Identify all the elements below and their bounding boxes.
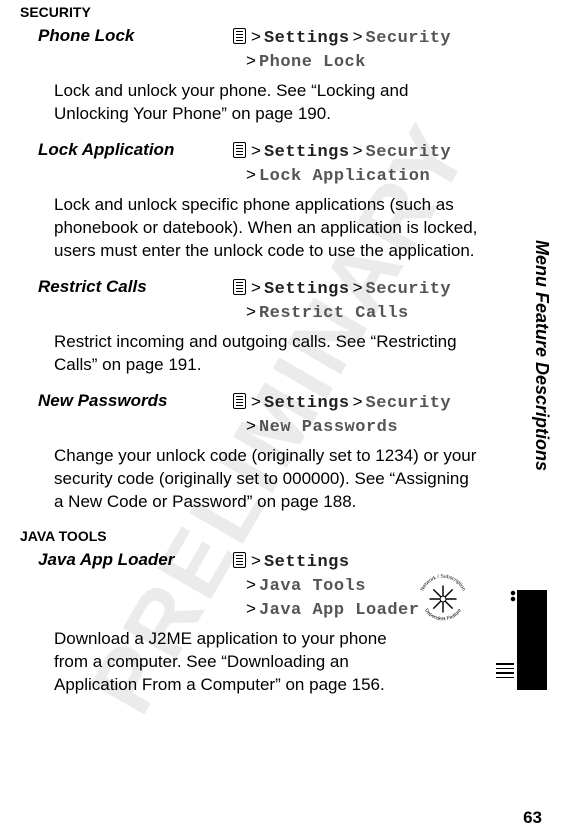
section-heading-java-tools: JAVA TOOLS: [20, 528, 492, 544]
item-path: >Settings>Security >Lock Application: [233, 140, 451, 188]
item-restrict-calls: Restrict Calls >Settings>Security >Restr…: [20, 277, 492, 377]
item-title: Java App Loader: [20, 550, 233, 570]
menu-key-icon: [233, 552, 246, 568]
item-lock-application: Lock Application >Settings>Security >Loc…: [20, 140, 492, 263]
page-number: 63: [523, 808, 542, 828]
side-chapter-title: Menu Feature Descriptions: [531, 240, 552, 471]
item-phone-lock: Phone Lock >Settings>Security >Phone Loc…: [20, 26, 492, 126]
menu-key-icon: [233, 142, 246, 158]
menu-key-icon: [233, 279, 246, 295]
item-path: >Settings>Security >Phone Lock: [233, 26, 451, 74]
section-heading-security: SECURITY: [20, 4, 492, 20]
item-description: Download a J2ME application to your phon…: [20, 628, 492, 697]
item-description: Restrict incoming and outgoing calls. Se…: [20, 331, 492, 377]
item-path: >Settings>Security >Restrict Calls: [233, 277, 451, 325]
menu-key-icon: [233, 393, 246, 409]
side-dots-icon: [496, 663, 514, 681]
item-description: Lock and unlock your phone. See “Locking…: [20, 80, 492, 126]
item-description: Change your unlock code (originally set …: [20, 445, 492, 514]
item-title: Lock Application: [20, 140, 233, 160]
item-path: >Settings >Java Tools >Java App Loader: [233, 550, 419, 622]
item-title: New Passwords: [20, 391, 233, 411]
item-title: Phone Lock: [20, 26, 233, 46]
menu-key-icon: [233, 28, 246, 44]
item-new-passwords: New Passwords >Settings>Security >New Pa…: [20, 391, 492, 514]
item-path: >Settings>Security >New Passwords: [233, 391, 451, 439]
item-description: Lock and unlock specific phone applicati…: [20, 194, 492, 263]
network-dependent-badge-icon: Network / Subscription Dependent Feature: [414, 570, 472, 628]
side-tab-icon: [517, 590, 547, 690]
item-title: Restrict Calls: [20, 277, 233, 297]
